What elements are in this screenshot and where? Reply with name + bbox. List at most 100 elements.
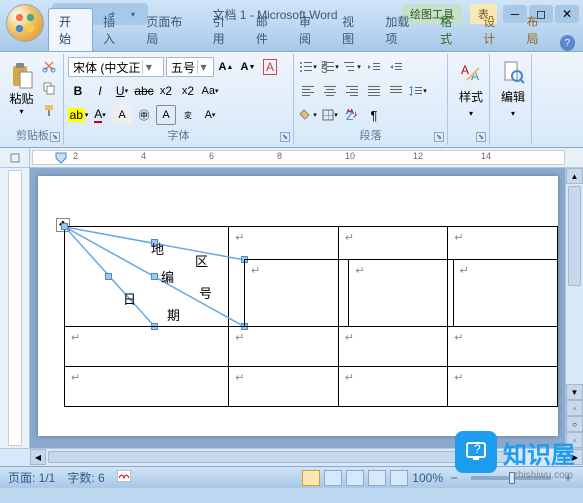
asian-layout-button[interactable]: A▾ <box>200 105 220 125</box>
browse-object-button[interactable]: ○ <box>566 416 583 432</box>
scroll-left-button[interactable]: ◀ <box>30 449 46 465</box>
office-button[interactable] <box>6 4 44 42</box>
cell-text: 编 <box>161 267 174 286</box>
align-center-button[interactable] <box>320 81 340 101</box>
tab-home[interactable]: 开始 <box>48 8 93 51</box>
tab-addins[interactable]: 加载项 <box>375 9 430 51</box>
change-case-button[interactable]: Aa▾ <box>200 81 220 101</box>
tab-format[interactable]: 格式 <box>430 9 473 51</box>
browse-prev-button[interactable]: ◦ <box>566 400 583 416</box>
strikethrough-button[interactable]: abc <box>134 81 154 101</box>
selection-handle[interactable] <box>105 273 112 280</box>
ruler-corner[interactable] <box>0 148 30 167</box>
copy-button[interactable] <box>39 78 59 98</box>
table-cell[interactable]: ↵ <box>448 367 558 407</box>
scroll-down-button[interactable]: ▼ <box>566 384 583 400</box>
print-layout-view-button[interactable] <box>302 470 320 486</box>
show-marks-button[interactable]: ¶ <box>364 105 384 125</box>
tab-references[interactable]: 引用 <box>203 9 246 51</box>
document-table-mid[interactable]: ↵ ↵ ↵ <box>244 259 558 327</box>
help-button[interactable]: ? <box>560 35 575 51</box>
styles-dialog-launcher[interactable]: ⬊ <box>476 132 486 142</box>
subscript-button[interactable]: x2 <box>156 81 176 101</box>
table-cell[interactable]: ↵ <box>453 260 557 327</box>
font-dialog-launcher[interactable]: ⬊ <box>280 132 290 142</box>
table-cell[interactable]: ↵ <box>349 260 453 327</box>
zoom-level[interactable]: 100% <box>412 471 443 485</box>
font-name-combo[interactable]: 宋体 (中文正▾ <box>68 57 164 77</box>
font-color-button[interactable]: A▾ <box>90 105 110 125</box>
indent-marker-icon[interactable] <box>55 152 67 166</box>
horizontal-ruler[interactable]: 2468101214 <box>32 150 565 165</box>
scroll-thumb[interactable] <box>568 186 581 286</box>
shading-button[interactable]: ▾ <box>298 105 318 125</box>
scroll-up-button[interactable]: ▲ <box>566 168 583 184</box>
distributed-button[interactable] <box>386 81 406 101</box>
selection-handle[interactable] <box>151 273 158 280</box>
language-indicator[interactable] <box>117 470 131 485</box>
enclose-char-button[interactable]: ㊥ <box>134 105 154 125</box>
tab-insert[interactable]: 插入 <box>93 9 136 51</box>
word-count[interactable]: 字数: 6 <box>67 469 104 486</box>
paragraph-dialog-launcher[interactable]: ⬊ <box>434 132 444 142</box>
table-cell[interactable]: ↵ <box>245 260 349 327</box>
editing-button[interactable]: 编辑 ▾ <box>494 56 532 122</box>
tab-design[interactable]: 设计 <box>473 9 516 51</box>
paste-button[interactable]: 粘贴 ▾ <box>6 56 37 122</box>
document-scroll[interactable]: ✥ <box>30 168 565 448</box>
format-painter-button[interactable] <box>39 100 59 120</box>
decrease-indent-button[interactable] <box>364 57 384 77</box>
bullets-button[interactable]: ▾ <box>298 57 318 77</box>
svg-text:3: 3 <box>321 62 328 73</box>
table-cell[interactable]: ↵ <box>338 367 448 407</box>
borders-button[interactable]: ▾ <box>320 105 340 125</box>
table-cell[interactable]: ↵ <box>229 327 339 367</box>
table-cell[interactable]: ↵ <box>338 327 448 367</box>
tab-layout[interactable]: 布局 <box>516 9 559 51</box>
page-indicator[interactable]: 页面: 1/1 <box>8 469 55 486</box>
grow-font-button[interactable]: A▲ <box>216 57 236 77</box>
italic-button[interactable]: I <box>90 81 110 101</box>
shrink-font-button[interactable]: A▼ <box>238 57 258 77</box>
cut-button[interactable] <box>39 56 59 76</box>
sort-button[interactable]: AZ <box>342 105 362 125</box>
clear-formatting-button[interactable]: A <box>260 57 280 77</box>
increase-indent-button[interactable] <box>386 57 406 77</box>
vertical-scrollbar[interactable]: ▲ ▼ ◦ ○ ◦ <box>565 168 583 448</box>
styles-button[interactable]: AA 样式 ▾ <box>452 56 490 122</box>
align-left-button[interactable] <box>298 81 318 101</box>
full-screen-view-button[interactable] <box>324 470 342 486</box>
vertical-ruler[interactable] <box>0 168 30 448</box>
styles-label: 样式 <box>459 88 483 105</box>
align-right-button[interactable] <box>342 81 362 101</box>
superscript-button[interactable]: x2 <box>178 81 198 101</box>
char-shading-button[interactable]: A <box>112 105 132 125</box>
tab-review[interactable]: 审阅 <box>289 9 332 51</box>
font-size-combo[interactable]: 五号▾ <box>166 57 214 77</box>
svg-text:A: A <box>461 63 469 77</box>
draft-view-button[interactable] <box>390 470 408 486</box>
table-cell[interactable]: ↵ <box>229 367 339 407</box>
hscroll-thumb[interactable] <box>48 451 508 463</box>
underline-button[interactable]: U▾ <box>112 81 132 101</box>
char-border-button[interactable]: A <box>156 105 176 125</box>
bold-button[interactable]: B <box>68 81 88 101</box>
justify-button[interactable] <box>364 81 384 101</box>
outline-view-button[interactable] <box>368 470 386 486</box>
document-table-row2[interactable]: ↵ ↵ ↵ ↵ ↵ ↵ ↵ ↵ <box>64 326 558 407</box>
web-layout-view-button[interactable] <box>346 470 364 486</box>
numbering-button[interactable]: 123▾ <box>320 57 340 77</box>
phonetic-guide-button[interactable]: 変 <box>178 105 198 125</box>
multilevel-list-button[interactable]: ▾ <box>342 57 362 77</box>
line-spacing-button[interactable]: ▾ <box>408 81 428 101</box>
clipboard-dialog-launcher[interactable]: ⬊ <box>50 132 60 142</box>
table-cell[interactable]: ↵ <box>65 367 229 407</box>
tab-mailings[interactable]: 邮件 <box>246 9 289 51</box>
tab-view[interactable]: 视图 <box>332 9 375 51</box>
table-cell[interactable]: ↵ <box>448 327 558 367</box>
highlight-button[interactable]: ab▾ <box>68 105 88 125</box>
tab-page-layout[interactable]: 页面布局 <box>136 9 202 51</box>
table-cell[interactable]: ↵ <box>65 327 229 367</box>
table-cell-header[interactable]: 地 区 编 号 日 期 <box>65 227 229 327</box>
selection-handle[interactable] <box>61 223 68 230</box>
